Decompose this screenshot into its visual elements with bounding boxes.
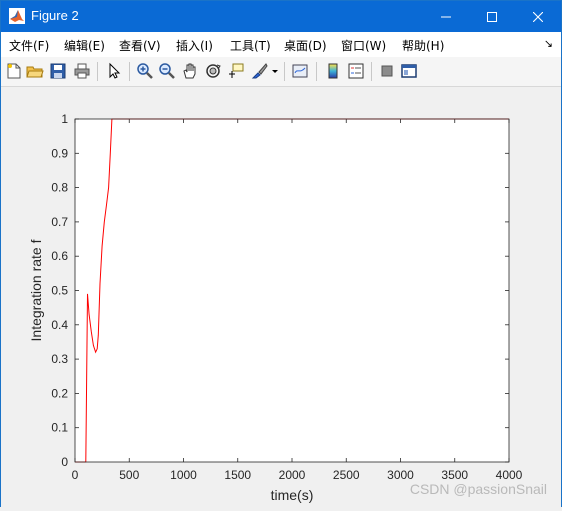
- menu-help[interactable]: 帮助(H): [402, 37, 444, 54]
- pan-icon[interactable]: [181, 62, 199, 80]
- x-tick-label: 1000: [170, 468, 197, 482]
- x-tick-label: 3500: [441, 468, 468, 482]
- menu-file[interactable]: 文件(F): [9, 37, 49, 54]
- minimize-button[interactable]: [423, 1, 469, 32]
- y-tick-label: 0.2: [51, 386, 68, 400]
- pointer-icon[interactable]: [105, 62, 123, 80]
- x-tick-label: 500: [119, 468, 139, 482]
- legend-icon[interactable]: [347, 62, 365, 80]
- link-plot-icon[interactable]: [291, 62, 309, 80]
- colorbar-icon[interactable]: [324, 62, 342, 80]
- y-tick-label: 0.4: [51, 318, 68, 332]
- rotate-3d-icon[interactable]: [204, 62, 222, 80]
- x-tick-label: 2000: [279, 468, 306, 482]
- y-tick-label: 0.8: [51, 181, 68, 195]
- y-axis-label: Integration rate f: [28, 239, 44, 341]
- x-axis-label: time(s): [271, 487, 314, 503]
- x-tick-label: 2500: [333, 468, 360, 482]
- menu-edit[interactable]: 编辑(E): [64, 37, 105, 54]
- y-tick-label: 0.3: [51, 352, 68, 366]
- x-tick-label: 1500: [224, 468, 251, 482]
- x-tick-label: 4000: [496, 468, 523, 482]
- y-tick-label: 0.1: [51, 421, 68, 435]
- figure-canvas: 0 500 1000 1500 2000 2500 3000 3500 4000 0 0.1 0.2 0…: [1, 87, 561, 507]
- toolbar: [1, 57, 561, 87]
- watermark-text: CSDN @passionSnail: [409, 481, 547, 497]
- toolbar-separator: [284, 62, 285, 81]
- zoom-in-icon[interactable]: [136, 62, 154, 80]
- menu-bar: 文件(F) 编辑(E) 查看(V) 插入(I) 工具(T) 桌面(D) 窗口(W…: [1, 32, 561, 57]
- open-file-icon[interactable]: [26, 62, 44, 80]
- close-button[interactable]: [515, 1, 561, 32]
- title-bar[interactable]: Figure 2: [1, 1, 561, 32]
- brush-icon[interactable]: [251, 62, 269, 80]
- y-tick-label: 0.6: [51, 249, 68, 263]
- data-cursor-icon[interactable]: [227, 62, 245, 80]
- menu-view[interactable]: 查看(V): [119, 37, 161, 54]
- toolbar-separator: [97, 62, 98, 81]
- new-figure-icon[interactable]: [5, 62, 23, 80]
- save-icon[interactable]: [49, 62, 67, 80]
- maximize-icon: [487, 11, 497, 22]
- menu-overflow-icon[interactable]: ↘: [544, 37, 553, 50]
- brush-dropdown-icon[interactable]: [271, 62, 279, 80]
- y-tick-label: 0.9: [51, 146, 68, 160]
- menu-tools[interactable]: 工具(T): [230, 37, 271, 54]
- toolbar-separator: [129, 62, 130, 81]
- hide-plot-tools-icon[interactable]: [378, 62, 396, 80]
- menu-insert[interactable]: 插入(I): [176, 37, 213, 54]
- matlab-logo-icon: [9, 8, 25, 24]
- plot-svg[interactable]: 0 500 1000 1500 2000 2500 3000 3500 4000 0 0.1 0.2 0…: [1, 87, 561, 507]
- x-tick-label: 0: [72, 468, 79, 482]
- print-icon[interactable]: [73, 62, 91, 80]
- menu-window[interactable]: 窗口(W): [341, 37, 386, 54]
- x-tick-label: 3000: [387, 468, 414, 482]
- minimize-icon: [441, 16, 451, 17]
- show-plot-tools-icon[interactable]: [400, 62, 418, 80]
- maximize-button[interactable]: [469, 1, 515, 32]
- zoom-out-icon[interactable]: [158, 62, 176, 80]
- y-tick-label: 0: [61, 455, 68, 469]
- menu-desktop[interactable]: 桌面(D): [284, 37, 327, 54]
- y-tick-label: 1: [61, 112, 68, 126]
- close-icon: [533, 11, 543, 22]
- axes-background: [75, 119, 509, 462]
- figure-window: Figure 2 文件(F) 编辑(E) 查看(V) 插入(I) 工具(T) 桌…: [0, 0, 562, 507]
- toolbar-separator: [371, 62, 372, 81]
- toolbar-separator: [316, 62, 317, 81]
- y-tick-label: 0.5: [51, 284, 68, 298]
- y-tick-label: 0.7: [51, 215, 68, 229]
- window-title: Figure 2: [31, 8, 79, 23]
